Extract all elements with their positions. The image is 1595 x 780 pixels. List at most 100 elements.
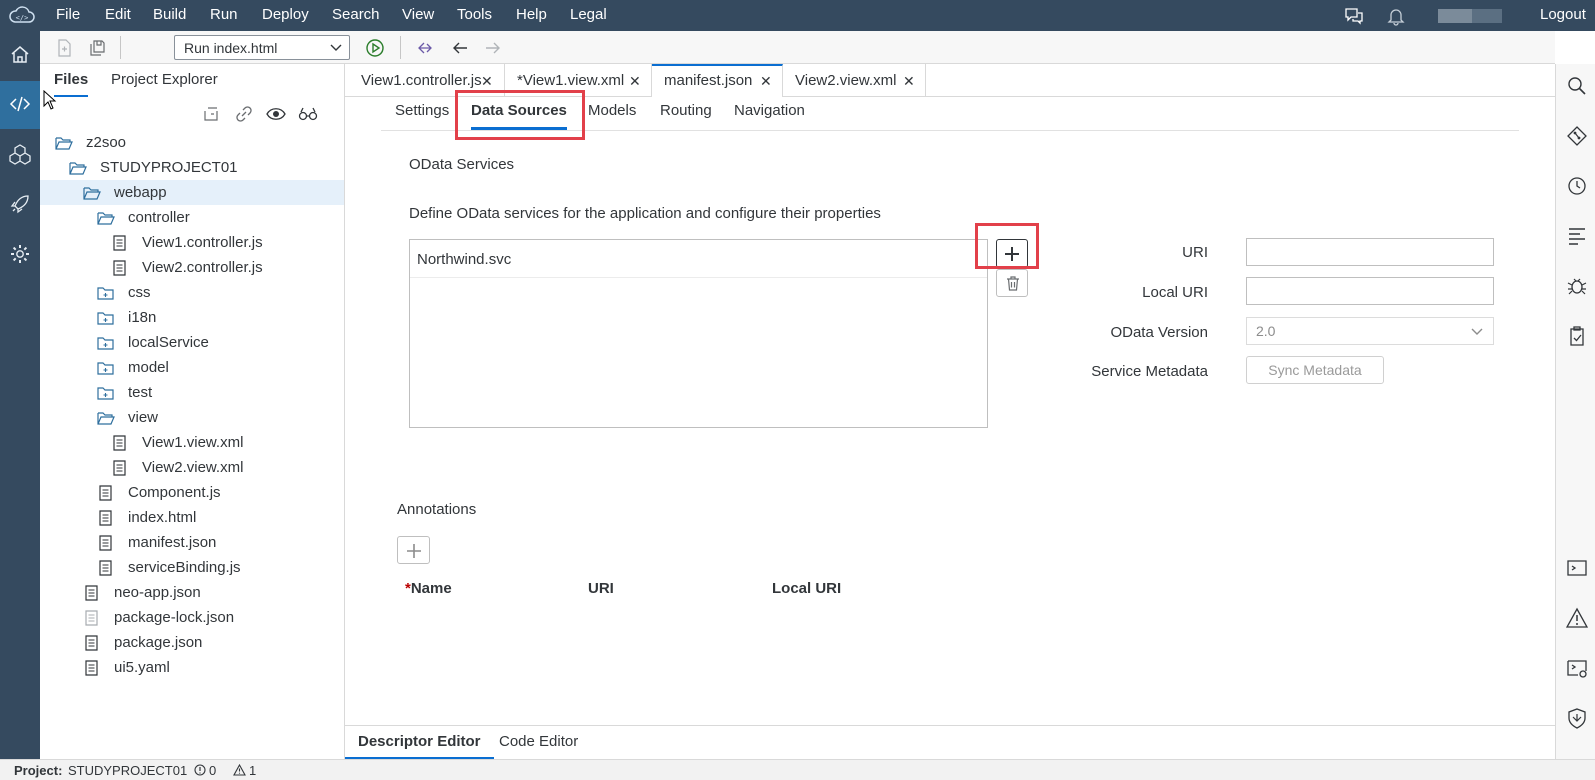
tree-row[interactable]: index.html [40, 505, 344, 530]
menu-search[interactable]: Search [332, 0, 380, 31]
odata-service-list[interactable]: Northwind.svc [409, 239, 988, 428]
bell-icon[interactable] [1386, 6, 1406, 26]
console-icon[interactable] [1566, 557, 1588, 579]
last-edit-location-icon[interactable] [415, 38, 435, 58]
save-all-icon[interactable] [87, 38, 107, 58]
history-icon[interactable] [1566, 175, 1588, 197]
tree-row[interactable]: manifest.json [40, 530, 344, 555]
tree-row[interactable]: webapp [40, 180, 344, 205]
rail-preferences-button[interactable] [0, 231, 40, 279]
tree-row[interactable]: view [40, 405, 344, 430]
logout-link[interactable]: Logout [1540, 0, 1586, 31]
close-icon[interactable]: ✕ [760, 73, 772, 90]
menu-tools[interactable]: Tools [457, 0, 492, 31]
rail-home-button[interactable] [0, 31, 40, 79]
delete-service-button[interactable] [996, 269, 1028, 297]
close-icon[interactable]: ✕ [903, 73, 915, 90]
subtab-models[interactable]: Models [588, 102, 636, 130]
annotations-column-uri: URI [588, 580, 614, 597]
menu-edit[interactable]: Edit [105, 0, 131, 31]
tab-code-editor[interactable]: Code Editor [499, 726, 578, 760]
collapse-all-icon[interactable] [202, 105, 220, 123]
file-icon [85, 635, 98, 651]
tab-files[interactable]: Files [54, 71, 89, 97]
warning-icon[interactable] [1566, 607, 1588, 629]
outline-icon[interactable] [1566, 225, 1588, 247]
run-icon[interactable] [365, 38, 385, 58]
tree-row[interactable]: View2.view.xml [40, 455, 344, 480]
git-icon[interactable] [1566, 125, 1588, 147]
trash-icon [1007, 276, 1019, 291]
menu-view[interactable]: View [402, 0, 434, 31]
odata-version-select[interactable]: 2.0 [1246, 317, 1494, 345]
run-configuration-select[interactable]: Run index.html [174, 35, 350, 60]
tree-row[interactable]: css [40, 280, 344, 305]
tree-row[interactable]: localService [40, 330, 344, 355]
warning-count[interactable]: 1 [249, 763, 256, 778]
tree-row[interactable]: i18n [40, 305, 344, 330]
folder-open-icon [55, 137, 73, 150]
tree-row[interactable]: controller [40, 205, 344, 230]
close-icon[interactable]: ✕ [629, 73, 641, 90]
terminal-settings-icon[interactable] [1566, 657, 1588, 679]
rail-extensions-button[interactable] [0, 131, 40, 179]
subtab-routing[interactable]: Routing [660, 102, 712, 130]
tab-project-explorer[interactable]: Project Explorer [111, 71, 218, 97]
subtab-settings[interactable]: Settings [395, 102, 449, 130]
add-annotation-button[interactable] [397, 536, 430, 564]
tree-row-label: ui5.yaml [114, 659, 170, 676]
tree-row-label: index.html [128, 509, 197, 526]
new-file-icon[interactable] [54, 38, 74, 58]
tab-descriptor-editor[interactable]: Descriptor Editor [345, 726, 494, 760]
close-icon[interactable]: ✕ [481, 73, 493, 90]
tree-row[interactable]: test [40, 380, 344, 405]
tree-row[interactable]: model [40, 355, 344, 380]
navigate-back-icon[interactable] [450, 38, 470, 58]
debugger-icon[interactable] [1566, 275, 1588, 297]
uri-input[interactable] [1246, 238, 1494, 266]
search-icon[interactable] [1566, 75, 1588, 97]
menu-legal[interactable]: Legal [570, 0, 607, 31]
tree-row[interactable]: View1.view.xml [40, 430, 344, 455]
tree-row[interactable]: neo-app.json [40, 580, 344, 605]
shield-check-icon[interactable] [1566, 707, 1588, 729]
tree-row[interactable]: STUDYPROJECT01 [40, 155, 344, 180]
menu-build[interactable]: Build [153, 0, 186, 31]
list-item[interactable]: Northwind.svc [410, 240, 987, 278]
sync-metadata-button[interactable]: Sync Metadata [1246, 356, 1384, 384]
toolbar: Run index.html [40, 31, 1555, 64]
tree-row[interactable]: serviceBinding.js [40, 555, 344, 580]
tree-row[interactable]: package-lock.json [40, 605, 344, 630]
subtab-navigation[interactable]: Navigation [734, 102, 805, 130]
file-tab-manifest[interactable]: manifest.json ✕ [652, 64, 783, 97]
menu-file[interactable]: File [56, 0, 80, 31]
rail-deploy-button[interactable] [0, 181, 40, 229]
file-tab-view2-view[interactable]: View2.view.xml ✕ [783, 64, 926, 97]
tree-row[interactable]: package.json [40, 630, 344, 655]
menu-help[interactable]: Help [516, 0, 547, 31]
search-files-icon[interactable] [298, 105, 318, 123]
error-icon[interactable] [194, 764, 206, 776]
column-header-name: Name [410, 580, 452, 597]
tree-row[interactable]: View1.controller.js [40, 230, 344, 255]
navigate-forward-icon[interactable] [483, 38, 503, 58]
link-with-editor-icon[interactable] [235, 105, 253, 123]
error-count[interactable]: 0 [209, 763, 216, 778]
tree-row[interactable]: Component.js [40, 480, 344, 505]
folder-closed-icon [97, 287, 114, 300]
clipboard-check-icon[interactable] [1566, 325, 1588, 347]
toolbar-separator [120, 36, 121, 59]
rail-development-button[interactable] [0, 81, 40, 129]
local-uri-input[interactable] [1246, 277, 1494, 305]
chat-icon[interactable] [1344, 6, 1364, 26]
tree-row[interactable]: View2.controller.js [40, 255, 344, 280]
tree-row[interactable]: z2soo [40, 130, 344, 155]
project-name: STUDYPROJECT01 [68, 763, 188, 778]
menu-run[interactable]: Run [210, 0, 238, 31]
odata-services-title: OData Services [409, 156, 515, 173]
tree-row-label: manifest.json [128, 534, 217, 551]
tree-row[interactable]: ui5.yaml [40, 655, 344, 680]
show-hidden-files-icon[interactable] [266, 105, 286, 123]
warning-icon[interactable] [233, 764, 246, 776]
menu-deploy[interactable]: Deploy [262, 0, 309, 31]
